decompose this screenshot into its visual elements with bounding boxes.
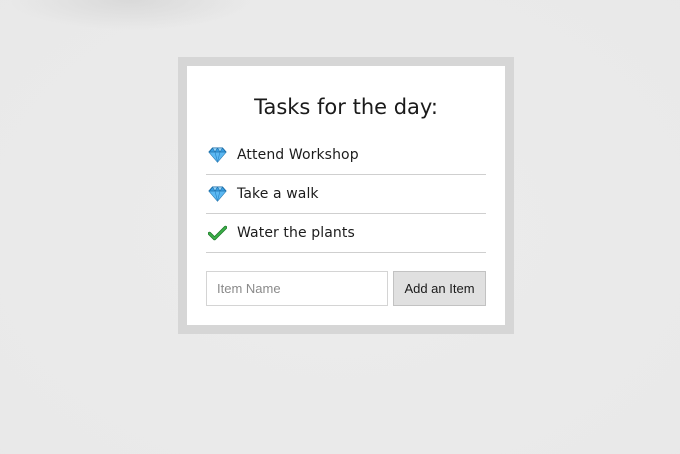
list-item[interactable]: Take a walk xyxy=(206,175,486,214)
page-title: Tasks for the day: xyxy=(254,95,438,119)
task-list: Attend Workshop Take a walk Water the pl… xyxy=(206,136,486,253)
task-label: Water the plants xyxy=(237,225,355,241)
task-label: Attend Workshop xyxy=(237,147,359,163)
task-label: Take a walk xyxy=(237,186,319,202)
task-card-frame: Tasks for the day: Attend Workshop Take … xyxy=(178,57,514,334)
add-item-button[interactable]: Add an Item xyxy=(393,271,486,306)
gem-icon xyxy=(207,146,227,164)
check-mark-icon xyxy=(207,224,227,242)
task-card: Tasks for the day: Attend Workshop Take … xyxy=(187,66,505,325)
item-name-input[interactable] xyxy=(206,271,388,306)
list-item[interactable]: Water the plants xyxy=(206,214,486,253)
list-item[interactable]: Attend Workshop xyxy=(206,136,486,175)
gem-icon xyxy=(207,185,227,203)
